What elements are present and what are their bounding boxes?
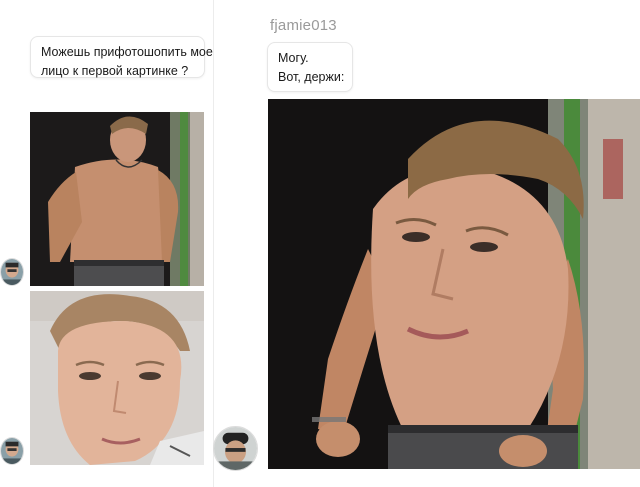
- responder-avatar-icon[interactable]: [213, 426, 258, 471]
- left-message-bubble: Можешь прифотошопить мое лицо к первой к…: [30, 36, 213, 78]
- right-message-line-1: Могу.: [278, 51, 309, 65]
- edited-result-photo[interactable]: [268, 99, 640, 469]
- right-message-bubble: Могу. Вот, держи:: [267, 42, 353, 92]
- left-message-line-2: лицо к первой картинке ?: [41, 64, 189, 78]
- user-avatar-icon[interactable]: [0, 437, 24, 465]
- reference-photo[interactable]: [30, 112, 204, 286]
- left-message-line-1: Можешь прифотошопить мое: [41, 45, 213, 59]
- column-divider: [213, 0, 214, 487]
- user-avatar-icon[interactable]: [0, 258, 24, 286]
- responder-username[interactable]: fjamie013: [270, 17, 337, 34]
- right-message-line-2: Вот, держи:: [278, 70, 345, 84]
- face-photo[interactable]: [30, 291, 204, 465]
